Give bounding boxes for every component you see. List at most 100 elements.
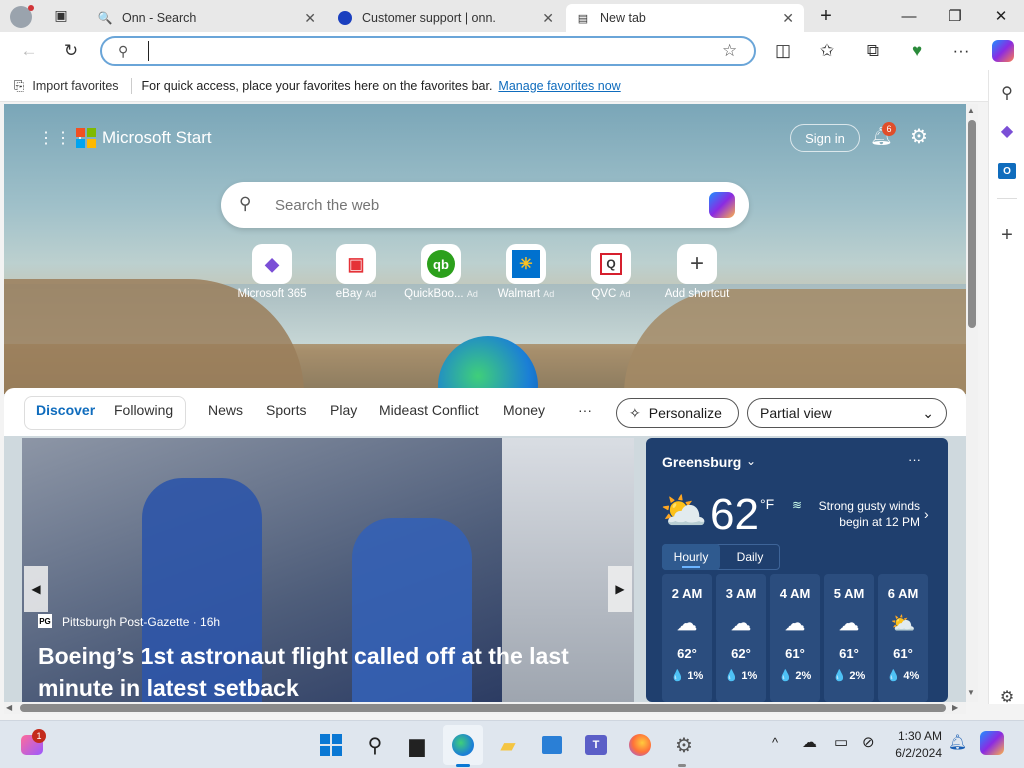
widgets-icon[interactable] [12,725,52,765]
personalize-button[interactable]: ✧ Personalize [616,398,739,428]
address-bar[interactable]: ⚲ ☆ [100,36,756,66]
tab-customer-support[interactable]: Customer support | onn. ✕ [328,4,564,32]
sign-in-button[interactable]: Sign in [790,124,860,152]
close-icon[interactable]: ✕ [782,10,794,27]
carousel-prev-button[interactable]: ◀ [24,566,48,612]
close-icon[interactable]: ✕ [542,10,554,27]
scroll-right-arrow-icon[interactable]: ▶ [952,703,958,712]
close-icon[interactable]: ✕ [304,10,316,27]
back-button[interactable]: ← [12,32,46,70]
tab-onn-search[interactable]: 🔍 Onn - Search ✕ [88,4,326,32]
minimize-button[interactable]: — [886,0,932,32]
hourly-forecast-item[interactable]: 6 AM ⛅ 61° 💧 4% [878,574,928,702]
temperature-unit[interactable]: °F [760,496,774,512]
favorite-star-icon[interactable]: ☆ [722,41,737,61]
weather-location[interactable]: Greensburg [662,454,741,470]
shortcut-quickbooks[interactable]: qb QuickBoo... Ad [396,244,486,300]
hourly-forecast-item[interactable]: 5 AM ☁ 61° 💧 2% [824,574,874,702]
shortcut-ebay[interactable]: ▣ eBay Ad [311,244,401,300]
hour-precip: 💧 1% [724,670,758,682]
scroll-thumb[interactable] [20,704,946,712]
more-tabs-button[interactable]: ··· [578,402,592,418]
close-window-button[interactable]: ✕ [978,0,1024,32]
hourly-forecast-item[interactable]: 4 AM ☁ 61° 💧 2% [770,574,820,702]
copilot-icon[interactable] [980,731,1004,755]
more-menu-icon[interactable]: ··· [944,32,978,70]
copilot-icon[interactable] [709,192,735,218]
web-search-input[interactable] [275,194,695,216]
chevron-down-icon[interactable]: ⌄ [746,454,756,468]
shortcut-qvc[interactable]: Q QVC Ad [566,244,656,300]
file-explorer-icon[interactable]: ▰ [488,725,528,765]
tab-actions-icon[interactable]: ▣ [44,0,78,32]
manage-favorites-link[interactable]: Manage favorites now [498,79,620,93]
address-input[interactable] [148,41,708,61]
search-icon[interactable]: ⚲ [989,78,1024,108]
task-view-icon[interactable]: ▆ [397,725,437,765]
add-shortcut-button[interactable]: + Add shortcut [652,244,742,300]
onedrive-cloud-icon[interactable]: ☁ [802,733,817,751]
add-sidebar-app-icon[interactable]: + [989,220,1024,250]
news-card[interactable]: ◀ ▶ PG Pittsburgh Post-Gazette · 16h Boe… [22,438,634,702]
carousel-next-button[interactable]: ▶ [608,566,632,612]
tab-title: New tab [600,11,646,25]
tab-new-tab[interactable]: ▤ New tab ✕ [566,4,804,32]
news-headline[interactable]: Boeing’s 1st astronaut flight called off… [38,640,598,702]
tab-sports[interactable]: Sports [266,402,306,418]
tab-daily[interactable]: Daily [722,544,778,570]
teams-icon[interactable]: T [576,725,616,765]
notification-bell-icon[interactable]: 🔔︎ [948,733,967,751]
edge-browser-icon[interactable] [443,725,483,765]
tab-play[interactable]: Play [330,402,357,418]
clock-time[interactable]: 1:30 AM [892,729,942,743]
new-tab-button[interactable]: + [804,0,848,32]
tab-discover[interactable]: Discover [36,402,95,418]
web-search-box[interactable]: ⚲ [221,182,749,228]
chevron-right-icon[interactable]: › [924,506,929,522]
weather-alert[interactable]: Strong gusty winds begin at 12 PM [806,498,920,530]
browser-essentials-icon[interactable]: ♥ [900,32,934,70]
sidebar-settings-icon[interactable]: ⚙ [989,682,1024,712]
hourly-forecast-item[interactable]: 2 AM ☁ 62° 💧 1% [662,574,712,702]
shortcut-microsoft-365[interactable]: ◆ Microsoft 365 [227,244,317,300]
start-windows-icon[interactable] [311,725,351,765]
scroll-thumb[interactable] [968,120,976,328]
restore-button[interactable]: ❐ [932,0,978,32]
settings-gear-icon[interactable]: ⚙ [664,725,704,765]
microsoft-store-icon[interactable] [532,725,572,765]
tab-money[interactable]: Money [503,402,545,418]
view-mode-select[interactable]: Partial view ⌄ [747,398,947,428]
firefox-icon[interactable] [620,725,660,765]
shortcut-walmart[interactable]: ✳ Walmart Ad [481,244,571,300]
tab-mideast-conflict[interactable]: Mideast Conflict [379,402,479,418]
collections-icon[interactable]: ⧉ [856,32,890,70]
weather-card[interactable]: Greensburg ⌄ ··· ⛅ 62 °F ≋ Strong gusty … [646,438,948,702]
show-hidden-icons-icon[interactable]: ^ [772,735,778,750]
tab-news[interactable]: News [208,402,243,418]
hourly-forecast-item[interactable]: 3 AM ☁ 62° 💧 1% [716,574,766,702]
search-icon[interactable]: ⚲ [355,725,395,765]
vertical-scrollbar[interactable]: ▲ ▼ [966,104,978,702]
horizontal-scrollbar[interactable]: ◀ ▶ [4,702,966,714]
more-options-icon[interactable]: ··· [908,452,921,467]
copilot-icon[interactable] [986,32,1020,70]
import-favorites-button[interactable]: Import favorites [32,79,118,93]
scroll-down-arrow-icon[interactable]: ▼ [967,688,975,697]
onn-logo-icon [338,11,352,25]
scroll-up-arrow-icon[interactable]: ▲ [967,106,975,115]
refresh-button[interactable]: ↻ [54,32,88,70]
clock-date[interactable]: 6/2/2024 [882,746,942,760]
shortcut-label: eBay [335,288,362,300]
outlook-icon[interactable]: O [989,156,1024,186]
tab-following[interactable]: Following [114,402,173,418]
network-icon[interactable]: ⊘ [862,733,875,751]
display-icon[interactable]: ▭ [834,733,848,751]
divider [130,77,132,94]
scroll-left-arrow-icon[interactable]: ◀ [6,703,12,712]
microsoft-365-icon[interactable]: ◆ [989,116,1024,146]
favorites-icon[interactable]: ✩ [810,32,844,70]
brand-title[interactable]: Microsoft Start [102,128,212,148]
settings-gear-icon[interactable]: ⚙ [910,124,928,149]
hour-precip: 💧 2% [778,670,812,682]
split-screen-icon[interactable]: ◫ [766,32,800,70]
